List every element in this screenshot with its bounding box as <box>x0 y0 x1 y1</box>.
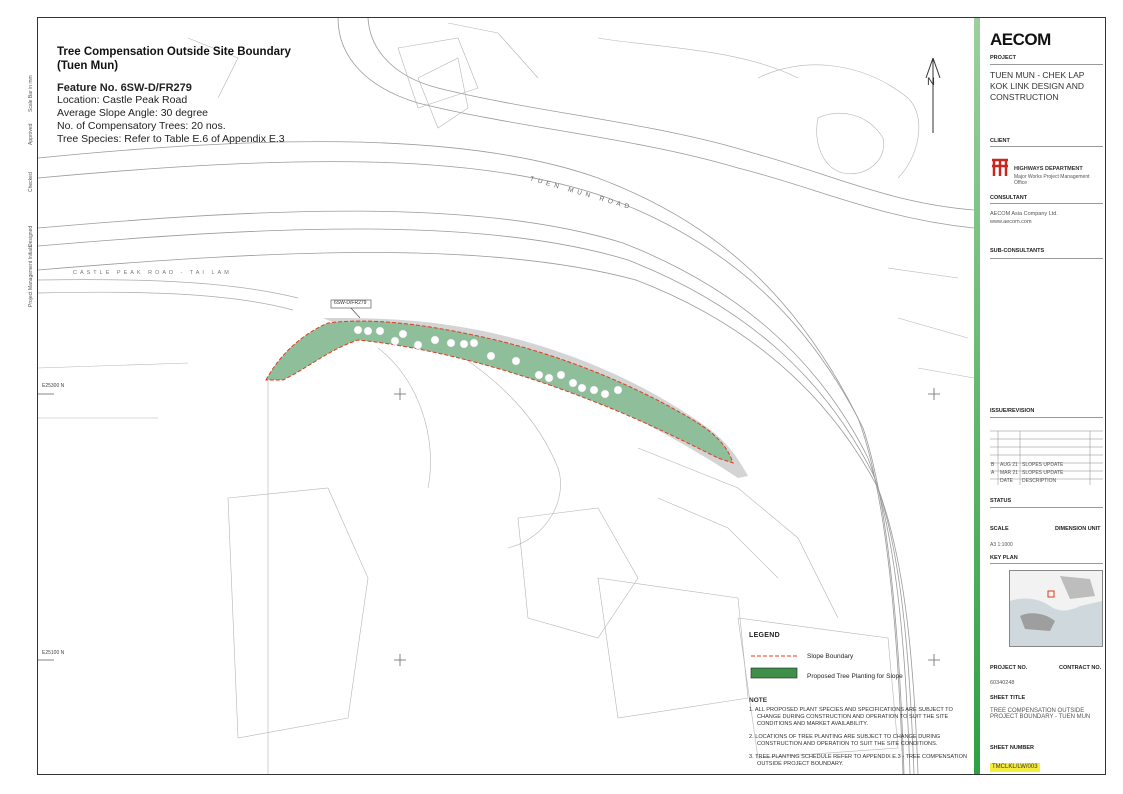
consultant-name: AECOM Asia Company Ltd. <box>990 211 1058 217</box>
rev-header-desc: DESCRIPTION <box>1022 478 1057 484</box>
consultant-label: CONSULTANT <box>990 195 1028 201</box>
consultant-web: www.aecom.com <box>990 219 1032 225</box>
client-office: Major Works Project Management Office <box>1014 174 1090 186</box>
drawing-heading: Tree Compensation Outside Site Boundary … <box>57 46 291 72</box>
approved-label: Approved <box>28 123 34 145</box>
title-panel-green-bar <box>974 18 980 774</box>
key-plan-drawing <box>1010 571 1102 646</box>
sheet-number-label: SHEET NUMBER <box>990 745 1035 751</box>
divider <box>990 417 1103 418</box>
feature-number: Feature No. 6SW-D/FR279 <box>57 82 192 94</box>
issue-revision-label: ISSUE/REVISION <box>990 408 1035 414</box>
legend-tree-planting: Proposed Tree Planting for Slope <box>807 673 903 680</box>
scale-label: SCALE <box>990 526 1009 532</box>
dimension-unit-label: DIMENSION UNIT <box>1055 526 1101 532</box>
divider <box>990 64 1103 65</box>
highways-department-logo <box>990 156 1010 178</box>
sheet-title: TREE COMPENSATION OUTSIDE PROJECT BOUNDA… <box>990 708 1091 720</box>
divider <box>990 507 1103 508</box>
drawing-title-block: Tree Compensation Outside Site Boundary … <box>57 45 357 146</box>
client-label: CLIENT <box>990 138 1010 144</box>
scale-bar-label: Scale Bar in mm <box>28 75 34 112</box>
project-name: TUEN MUN - CHEK LAP KOK LINK DESIGN AND … <box>990 70 1085 102</box>
rev-b: B <box>991 462 995 468</box>
divider <box>990 203 1103 204</box>
sheet-number: TMCLKL/LW/003 <box>990 763 1040 772</box>
slope-planting-area <box>265 320 734 464</box>
note-item: 1. ALL PROPOSED PLANT SPECIES AND SPECIF… <box>749 707 953 727</box>
legend-heading: LEGEND <box>749 632 780 639</box>
note-item: 3. TREE PLANTING SCHEDULE REFER TO APPEN… <box>749 754 967 767</box>
client-name: HIGHWAYS DEPARTMENT <box>1014 166 1083 172</box>
feature-tag-label: 6SW-D/FR279 <box>334 300 367 306</box>
legend-swatches <box>750 655 798 679</box>
project-no: 60340248 <box>990 680 1015 686</box>
drawing-sheet: Scale Bar in mm Approved Checked Designe… <box>0 0 1123 794</box>
title-panel: AECOM PROJECT TUEN MUN - CHEK LAP KOK LI… <box>981 18 1105 774</box>
grid-label-1: E25300 N <box>42 383 65 389</box>
rev-b-date: AUG 21 <box>1000 462 1018 468</box>
key-plan-label: KEY PLAN <box>990 555 1018 561</box>
north-arrow <box>925 57 941 133</box>
left-title-strip: Scale Bar in mm Approved Checked Designe… <box>0 17 37 775</box>
tree-count-line: No. of Compensatory Trees: 20 nos. <box>57 120 226 132</box>
tree-species-line: Tree Species: Refer to Table E.6 of Appe… <box>57 133 285 145</box>
designed-label: Designed <box>28 225 34 247</box>
project-label: PROJECT <box>990 55 1016 61</box>
subconsultants-label: SUB-CONSULTANTS <box>990 248 1045 254</box>
scale-value: A3 1:1000 <box>990 542 1013 548</box>
north-label: N <box>927 76 935 88</box>
divider <box>990 258 1103 259</box>
grid-crosses <box>38 388 940 666</box>
contract-no-label: CONTRACT NO. <box>1059 665 1102 671</box>
key-plan-map <box>1009 570 1103 647</box>
notes-heading: NOTE <box>749 697 768 704</box>
slope-angle-line: Average Slope Angle: 30 degree <box>57 107 209 119</box>
notes: NOTE 1. ALL PROPOSED PLANT SPECIES AND S… <box>749 697 971 774</box>
rev-a: A <box>991 470 995 476</box>
pm-label: Project Management Initials <box>28 245 34 307</box>
aecom-logo: AECOM <box>990 30 1051 49</box>
rev-b-desc: SLOPES UPDATE <box>1022 462 1064 468</box>
rev-header-date: DATE <box>1000 478 1013 484</box>
status-label: STATUS <box>990 498 1012 504</box>
castle-peak-road-label: CASTLE PEAK ROAD - TAI LAM <box>73 270 232 276</box>
divider <box>990 563 1103 564</box>
checked-label: Checked <box>28 172 34 192</box>
project-no-label: PROJECT NO. <box>990 665 1028 671</box>
location-line: Location: Castle Peak Road <box>57 94 188 106</box>
divider <box>990 146 1103 147</box>
grid-label-2: E25100 N <box>42 650 65 656</box>
sheet-title-label: SHEET TITLE <box>990 695 1026 701</box>
castle-peak-road-lines <box>38 279 299 311</box>
legend-slope-boundary: Slope Boundary <box>807 653 854 660</box>
note-item: 2. LOCATIONS OF TREE PLANTING ARE SUBJEC… <box>749 734 941 747</box>
rev-a-desc: SLOPES UPDATE <box>1022 470 1064 476</box>
rev-a-date: MAR 21 <box>1000 470 1019 476</box>
